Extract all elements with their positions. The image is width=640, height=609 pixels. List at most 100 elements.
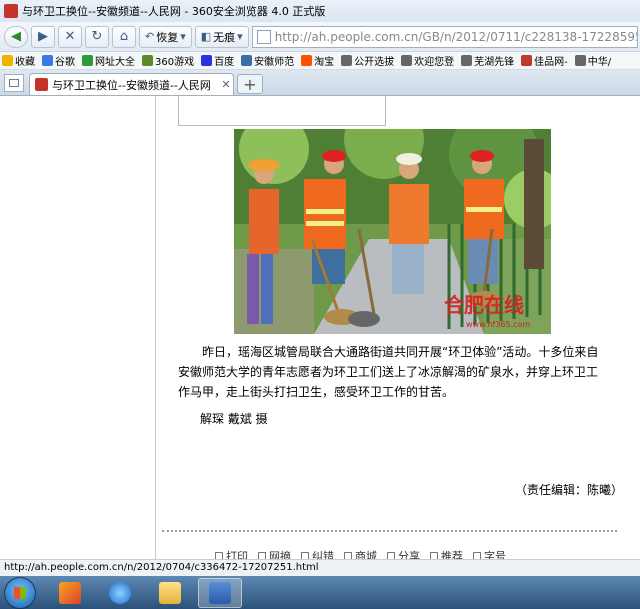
article-tools: 打印 网摘 纠错 商城 分享 推荐 字号	[215, 548, 506, 559]
sidebar-toggle-button[interactable]	[4, 74, 24, 92]
favorite-label: 欢迎您登	[414, 57, 455, 68]
favorite-item[interactable]: 360游戏	[142, 53, 194, 68]
article-tool-item[interactable]: 字号	[473, 548, 506, 559]
checkbox-icon	[344, 552, 352, 559]
back-button[interactable]: ◀	[4, 25, 28, 48]
restore-button[interactable]: ↶ 恢复 ▾	[139, 25, 192, 48]
refresh-icon: ↻	[91, 29, 103, 44]
windows-logo-icon	[14, 586, 26, 599]
dotted-divider	[162, 530, 617, 532]
game-icon	[142, 55, 153, 66]
home-button[interactable]: ⌂	[112, 25, 136, 48]
article-tool-item[interactable]: 分享	[387, 548, 420, 559]
checkbox-icon	[430, 552, 438, 559]
page-content: 合肥在线 www.hf365.com 昨日，瑶海区城管局联合大通路街道共同开展“…	[0, 96, 640, 559]
article-tool-item[interactable]: 推荐	[430, 548, 463, 559]
address-bar[interactable]: http://ah.people.com.cn/GB/n/2012/0711/c…	[251, 25, 638, 48]
status-bar: http://ah.people.com.cn/n/2012/0704/c336…	[0, 559, 640, 576]
checkbox-icon	[473, 552, 481, 559]
back-arrow-icon: ◀	[11, 29, 21, 44]
article-tool-label: 打印	[226, 550, 248, 559]
page-icon	[521, 55, 533, 66]
favorite-label: 佳品网-	[534, 57, 568, 68]
windows-taskbar	[0, 576, 640, 609]
navigation-toolbar: ◀ ▶ ✕ ↻ ⌂ ↶ 恢复 ▾ ◧ 无痕 ▾ http://ah.people…	[0, 22, 640, 52]
favorite-label: 谷歌	[55, 57, 75, 68]
page-icon	[341, 55, 353, 66]
title-bar: 与环卫工换位--安徽频道--人民网 - 360安全浏览器 4.0 正式版	[0, 0, 640, 22]
checkbox-icon	[387, 552, 395, 559]
page-icon	[574, 55, 586, 66]
restore-label: 恢复	[156, 30, 179, 44]
favorite-item[interactable]: 谷歌	[42, 53, 75, 68]
folder-button[interactable]	[148, 578, 192, 608]
favorite-item[interactable]: 百度	[201, 53, 234, 68]
article-tool-item[interactable]: 打印	[215, 548, 248, 559]
google-icon	[42, 55, 53, 66]
people-daily-icon	[4, 4, 18, 18]
article-tool-label: 分享	[398, 550, 420, 559]
favorite-item[interactable]: 公开选拔	[341, 53, 394, 68]
close-icon[interactable]: ✕	[219, 78, 233, 91]
forward-button[interactable]: ▶	[31, 25, 55, 48]
favorite-label: 中华/	[587, 57, 612, 68]
url-text: http://ah.people.com.cn/GB/n/2012/0711/c…	[274, 29, 638, 44]
private-mode-label: 无痕	[213, 30, 236, 44]
checkbox-icon	[258, 552, 266, 559]
favorites-bar: 收藏 谷歌 网址大全 360游戏 百度 安徽师范 淘宝 公开选拔 欢迎您登 芜湖先锋 佳品网- 中华/	[0, 52, 640, 70]
favorite-item[interactable]: 收藏	[2, 53, 35, 68]
chevron-down-icon: ▾	[180, 30, 186, 43]
new-tab-button[interactable]: +	[237, 74, 263, 94]
checkbox-icon	[215, 552, 223, 559]
watermark-text: 合肥在线	[444, 293, 524, 317]
taobao-icon	[301, 55, 313, 66]
window-title: 与环卫工换位--安徽频道--人民网 - 360安全浏览器 4.0 正式版	[22, 5, 326, 18]
page-icon	[256, 29, 271, 44]
word-icon	[209, 581, 231, 604]
people-daily-icon	[35, 78, 48, 91]
article-tool-item[interactable]: 纠错	[301, 548, 334, 559]
page-icon	[461, 55, 473, 66]
favorite-item[interactable]: 淘宝	[301, 53, 334, 68]
favorite-label: 淘宝	[314, 57, 335, 68]
media-player-button[interactable]	[48, 578, 92, 608]
star-icon	[2, 55, 13, 66]
favorite-item[interactable]: 中华/	[574, 53, 612, 68]
tab-label: 与环卫工换位--安徽频道--人民网	[52, 78, 211, 92]
refresh-button[interactable]: ↻	[85, 25, 109, 48]
media-icon	[59, 581, 81, 604]
favorite-label: 百度	[214, 57, 235, 68]
article-tool-item[interactable]: 网摘	[258, 548, 291, 559]
favorite-label: 公开选拔	[354, 57, 395, 68]
close-icon: ✕	[64, 29, 76, 44]
favorite-item[interactable]: 网址大全	[82, 53, 135, 68]
favorite-item[interactable]: 欢迎您登	[401, 53, 454, 68]
previous-section-box	[178, 96, 386, 126]
internet-explorer-button[interactable]	[98, 578, 142, 608]
article-tool-item[interactable]: 商城	[344, 548, 377, 559]
globe-icon	[82, 55, 93, 66]
article-tool-label: 网摘	[269, 550, 291, 559]
favorite-item[interactable]: 芜湖先锋	[461, 53, 514, 68]
favorite-label: 收藏	[15, 57, 35, 68]
favorite-item[interactable]: 安徽师范	[241, 53, 294, 68]
article-photo: 合肥在线 www.hf365.com	[234, 129, 551, 334]
article-tool-label: 商城	[355, 550, 377, 559]
stop-button[interactable]: ✕	[58, 25, 82, 48]
mask-icon: ◧	[200, 30, 212, 43]
tab-strip: 与环卫工换位--安徽频道--人民网 ✕ +	[0, 70, 640, 96]
checkbox-icon	[301, 552, 309, 559]
school-icon	[241, 55, 253, 66]
chevron-down-icon: ▾	[237, 30, 243, 43]
word-button[interactable]	[198, 577, 242, 608]
start-button[interactable]	[4, 576, 36, 609]
photo-credit: 解琛 戴斌 摄	[200, 412, 268, 426]
plus-icon: +	[243, 74, 257, 94]
favorite-item[interactable]: 佳品网-	[521, 53, 568, 68]
tab-active[interactable]: 与环卫工换位--安徽频道--人民网 ✕	[29, 73, 234, 95]
private-mode-button[interactable]: ◧ 无痕 ▾	[194, 25, 249, 48]
undo-icon: ↶	[145, 30, 155, 43]
article-tool-label: 纠错	[312, 550, 334, 559]
watermark-url: www.hf365.com	[466, 320, 530, 329]
sanitation-volunteers-image: 合肥在线 www.hf365.com	[234, 129, 551, 334]
